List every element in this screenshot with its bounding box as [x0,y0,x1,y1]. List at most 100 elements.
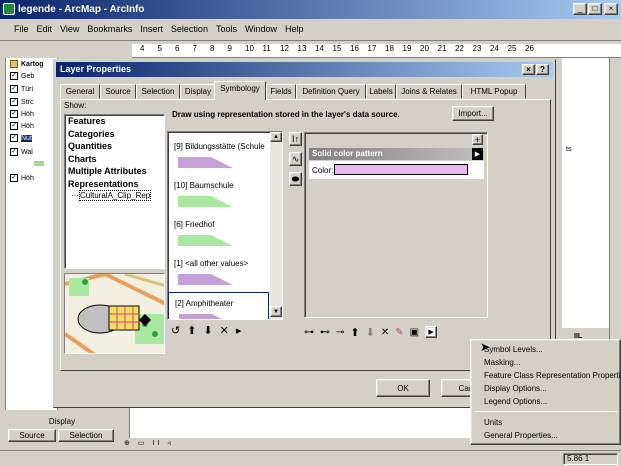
ruler-tick-label: 17 [367,44,377,53]
toc-layer[interactable]: ✓ Wal [10,148,33,156]
toc-layer[interactable]: ✓ Höh [10,122,34,130]
menu-general-properties[interactable]: General Properties... [484,431,558,440]
toc-layer-selected[interactable]: ✓ Nut [10,134,32,142]
ruler-tick-label: 9 [227,44,232,53]
stroke-tool-icon[interactable]: ∿ [289,152,302,166]
menu-legend-options[interactable]: Legend Options... [484,397,547,406]
pattern-menu-arrow[interactable]: ▶ [472,148,483,160]
minimize-button[interactable]: _ [573,3,587,15]
layer-checkbox[interactable]: ✓ [10,148,18,156]
representation-rule[interactable]: [9] Bildungsstätte (Schule [168,136,269,176]
tab-html-popup[interactable]: HTML Popup [462,84,526,99]
representation-rule[interactable]: [1] <all other values> [168,253,269,293]
menu-masking[interactable]: Masking... [484,358,520,367]
toc-selection-tab[interactable]: Selection [58,429,114,442]
menu-insert[interactable]: Insert [136,24,167,34]
menu-selection[interactable]: Selection [167,24,212,34]
layer-checkbox[interactable]: ✓ [10,85,18,93]
delete-rule-icon[interactable]: ✕ [220,324,229,338]
add-stroke-icon[interactable]: ⊷ [320,327,330,338]
brush-icon[interactable]: ✎ [395,327,403,338]
menu-edit[interactable]: Edit [33,24,57,34]
menu-view[interactable]: View [56,24,83,34]
menu-tools[interactable]: Tools [212,24,241,34]
fill-tool-icon[interactable]: ⬬ [289,172,302,186]
layer-down-icon[interactable]: ⬇ [366,326,375,339]
tab-general[interactable]: General [60,84,100,99]
tab-selection[interactable]: Selection [136,84,180,99]
menu-bookmarks[interactable]: Bookmarks [83,24,136,34]
menu-symbol-levels[interactable]: Symbol Levels... [484,345,543,354]
scroll-down-button[interactable]: ▼ [270,306,282,317]
import-button[interactable]: Import... [452,106,494,121]
representation-rule[interactable]: [2] Amphitheater [168,292,269,319]
show-features[interactable]: Features [65,115,164,128]
ruler-tick-label: 22 [455,44,464,53]
menu-display-options[interactable]: Display Options... [484,384,547,393]
map-canvas-right[interactable] [562,58,609,328]
toc-dataframe[interactable]: Kartog [10,60,44,68]
legend-swatch [34,161,44,166]
toc-source-tab[interactable]: Source [8,429,56,442]
marker-tool-icon[interactable]: I↑ [289,132,302,146]
show-categories[interactable]: Categories [65,128,164,141]
tab-source[interactable]: Source [100,84,136,99]
show-representation-class[interactable]: ⋯CulturalA_Clip_Rep [65,190,164,203]
add-layer-button[interactable]: + [472,134,483,145]
show-multiple-attributes[interactable]: Multiple Attributes [65,165,164,178]
tab-labels[interactable]: Labels [366,84,396,99]
layer-checkbox[interactable]: ✓ [10,122,18,130]
ok-button[interactable]: OK [376,379,430,397]
more-icon[interactable]: ▸ [236,324,242,338]
move-up-icon[interactable]: ⬆ [187,324,196,338]
symbol-context-menu: Symbol Levels... Masking... Feature Clas… [470,339,621,445]
layer-checkbox[interactable]: ✓ [10,110,18,118]
toc-layer[interactable]: ✓ Strc [10,98,33,106]
menu-window[interactable]: Window [241,24,281,34]
toc-layer[interactable]: ✓ Geb [10,72,34,80]
ruler-tick-label: 13 [297,44,307,53]
representation-rule[interactable]: [6] Friedhof [168,214,269,254]
show-charts[interactable]: Charts [65,153,164,166]
menu-feature-class-rep-props[interactable]: Feature Class Representation Properties.… [484,371,621,380]
color-swatch[interactable] [334,164,468,175]
move-down-icon[interactable]: ⬇ [203,324,212,338]
tab-display[interactable]: Display [180,84,216,99]
properties-menu-arrow[interactable]: ▶ [425,326,438,338]
tab-symbology[interactable]: Symbology [214,81,266,100]
menu-file[interactable]: File [10,24,33,34]
menu-help[interactable]: Help [281,24,308,34]
layer-checkbox[interactable]: ✓ [10,174,18,182]
show-quantities[interactable]: Quantities [65,140,164,153]
menu-units[interactable]: Units [484,418,502,427]
dialog-close-button[interactable]: × [522,64,535,75]
add-fill-icon[interactable]: ⊸ [336,327,344,338]
layer-checkbox[interactable]: ✓ [10,98,18,106]
tab-joins-relates[interactable]: Joins & Relates [396,84,462,99]
maximize-button[interactable]: □ [588,3,602,15]
help-button[interactable]: ? [536,64,549,75]
layer-checkbox[interactable]: ✓ [10,134,18,142]
rules-scrollbar[interactable]: ▲ ▼ [270,132,282,319]
tab-definition-query[interactable]: Definition Query [296,84,366,99]
representation-rules-list[interactable]: [9] Bildungsstätte (Schule [10] Baumschul… [167,131,283,320]
status-bar: 5.86 1 [0,450,621,466]
add-marker-icon[interactable]: ⊶ [304,327,314,338]
save-icon[interactable]: ▣ [410,327,419,338]
page-nav-buttons[interactable]: ⊕ ▭ II ◃ [124,439,184,447]
layer-checkbox[interactable]: ✓ [10,72,18,80]
toc-layer[interactable]: ✓ Höh [10,110,34,118]
close-button[interactable]: × [604,3,618,15]
scroll-up-button[interactable]: ▲ [270,132,282,142]
layer-up-icon[interactable]: ⬆ [350,326,359,339]
refresh-icon[interactable]: ↺ [171,324,180,338]
show-representations[interactable]: Representations [65,178,164,191]
dialog-title: Layer Properties [56,62,553,77]
toc-layer[interactable]: ✓ Türi [10,85,33,93]
remove-layer-icon[interactable]: ✕ [381,327,389,338]
table-of-contents: Kartog ✓ Geb ✓ Türi ✓ Strc ✓ Höh ✓ Höh ✓ Nut ✓… [6,58,58,410]
toc-layer[interactable]: ✓ Höh [10,174,34,182]
show-list[interactable]: Features Categories Quantities Charts Mu… [64,114,165,269]
tab-fields[interactable]: Fields [266,84,296,99]
representation-rule[interactable]: [10] Baumschule [168,175,269,215]
